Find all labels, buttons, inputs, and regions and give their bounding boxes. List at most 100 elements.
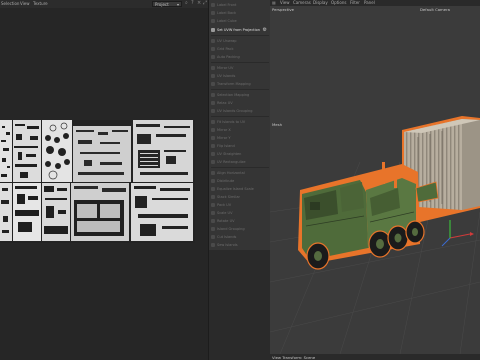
tool-item[interactable]: Sew Islands [211,241,269,248]
tool-item[interactable]: Label Back [211,9,269,16]
tool-icon [211,143,215,148]
tool-icon [211,170,215,175]
tool-icon [211,234,215,239]
tool-label: Label Back [217,10,237,15]
tool-item[interactable]: Label Cube [211,17,269,24]
tool-item[interactable]: UV Straighten [211,150,269,157]
tool-icon [211,210,215,215]
view-transform-label: View Transform: Scene [272,355,316,360]
tool-divider [211,167,269,168]
tool-divider [211,62,269,63]
tool-item[interactable]: Equalize Island Scale [211,185,269,192]
tool-panel-empty-area [208,250,272,360]
tool-item[interactable]: Scale UV [211,209,269,216]
tool-item[interactable]: Rotate UV [211,217,269,224]
tool-item[interactable]: Label Front [211,1,269,8]
tool-label: Mirror UV [217,65,234,70]
tool-item[interactable]: Pack UV [211,201,269,208]
tool-item[interactable]: Auto Packing [211,53,269,60]
tool-item[interactable]: Island Grouping [211,225,269,232]
tool-item[interactable]: Mirror UV [211,64,269,71]
tool-icon [211,135,215,140]
tool-label: Rotate UV [217,218,235,223]
zoom-icon[interactable]: ⌕ [185,1,190,6]
tool-label: UV Unwrap [217,38,237,43]
tool-label: Selection Mapping [217,92,250,97]
tool-icon [211,81,215,86]
tool-label: UV Islands [217,73,236,78]
tool-label: UV Islands Grouping [217,108,253,113]
tool-icon [211,151,215,156]
tool-item[interactable]: Grid Pack [211,45,269,52]
uv-editor-panel: Selection View Texture Project ▾ ⌕ ? × ⤢ [0,0,208,360]
menu-display[interactable]: Display [313,0,328,5]
tool-label: Mirror X [217,127,231,132]
grid-icon[interactable]: ▦ [272,0,277,5]
tool-icon [211,127,215,132]
tool-set-uvw-from-projection[interactable]: Set UVW from Projection ⚙ [211,26,269,33]
tool-item[interactable]: Selection Mapping [211,91,269,98]
uv-texture-atlas[interactable] [0,120,195,243]
tool-item[interactable]: Flip Island [211,142,269,149]
tool-label: Flip Island [217,143,235,148]
help-icon[interactable]: ? [191,1,196,6]
3d-viewport[interactable]: ▦ View Cameras Display Options Filter Pa… [270,0,480,360]
tool-icon [211,92,215,97]
tool-item[interactable]: Relax UV [211,99,269,106]
menu-cameras[interactable]: Cameras [293,0,311,5]
uv-tools-panel: Label Front Label Back Label Cube Set UV… [208,0,272,250]
tool-icon [211,202,215,207]
tool-icon [211,38,215,43]
gear-icon[interactable]: ⚙ [263,27,267,33]
tool-label: Label Front [217,2,237,7]
tool-item[interactable]: Distribute [211,177,269,184]
tool-label: Transform Mapping [217,81,251,86]
military-truck [298,162,439,270]
tool-icon [211,100,215,105]
tool-divider [211,89,269,90]
tool-label: Mirror Y [217,135,231,140]
tool-item[interactable]: Cut Islands [211,233,269,240]
viewport-footer: View Transform: Scene [270,354,480,360]
tool-label: Scale UV [217,210,233,215]
menu-texture[interactable]: Texture [33,1,48,6]
menu-options[interactable]: Options [331,0,346,5]
tool-label: UV Rectangulize [217,159,246,164]
tool-item[interactable]: UV Rectangulize [211,158,269,165]
tool-item[interactable]: UV Islands Grouping [211,107,269,114]
tool-icon [211,18,215,23]
tool-item[interactable]: Transform Mapping [211,80,269,87]
tool-label: UV Straighten [217,151,242,156]
tool-item[interactable]: Fit Islands to UV [211,118,269,125]
tool-icon [211,178,215,183]
menu-panel[interactable]: Panel [364,0,375,5]
tool-label: Auto Packing [217,54,240,59]
projection-icon [211,27,215,32]
menu-selection[interactable]: Selection [1,1,19,6]
tool-icon [211,218,215,223]
viewport-scene[interactable] [270,12,480,354]
tool-icon [211,242,215,247]
tool-label: Fit Islands to UV [217,119,246,124]
menu-filter[interactable]: Filter [350,0,360,5]
close-icon[interactable]: × [197,1,202,6]
mode-select[interactable]: Project ▾ [152,1,182,7]
tool-label: Pack UV [217,202,232,207]
tool-label: Align Horizontal [217,170,245,175]
tool-item[interactable]: Mirror X [211,126,269,133]
tool-item[interactable]: UV Islands [211,72,269,79]
tool-item[interactable]: Mirror Y [211,134,269,141]
tool-label: Grid Pack [217,46,234,51]
tool-item[interactable]: Align Horizontal [211,169,269,176]
tool-label: Cut Islands [217,234,237,239]
tool-label: Equalize Island Scale [217,186,254,191]
tool-item[interactable]: UV Unwrap [211,37,269,44]
tool-icon [211,73,215,78]
menu-view[interactable]: View [280,0,290,5]
menu-view[interactable]: View [20,1,30,6]
tool-icon [211,54,215,59]
tool-divider [211,35,269,36]
tool-item[interactable]: Stack Similar [211,193,269,200]
tool-icon [211,108,215,113]
tool-label: Relax UV [217,100,233,105]
